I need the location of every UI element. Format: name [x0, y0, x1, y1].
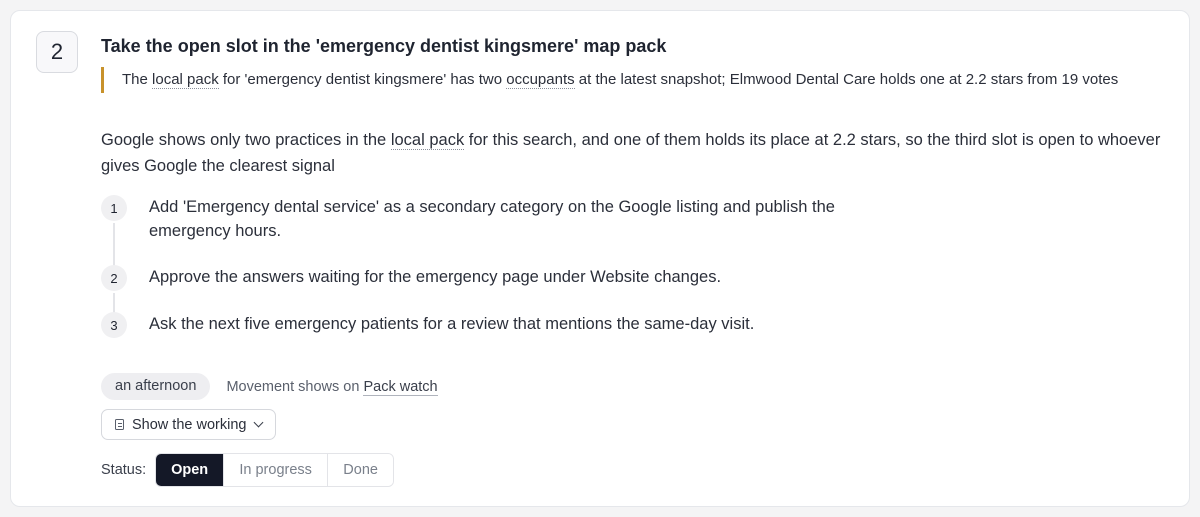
summary-text-1: Google shows only two practices in the — [101, 131, 391, 149]
term-local-pack[interactable]: local pack — [152, 71, 219, 89]
meta-row: an afternoon Movement shows on Pack watc… — [101, 373, 438, 400]
step-text: Add 'Emergency dental service' as a seco… — [149, 198, 835, 240]
quote-text-3: at the latest snapshot; Elmwood Dental C… — [574, 71, 1119, 88]
chevron-down-icon — [254, 417, 264, 428]
show-working-button[interactable]: Show the working — [101, 409, 277, 440]
status-segmented-control: Open In progress Done — [155, 453, 395, 487]
step-item-3: 3 Ask the next five emergency patients f… — [101, 312, 861, 342]
card-title: Take the open slot in the 'emergency den… — [101, 36, 667, 56]
action-card: 2 Take the open slot in the 'emergency d… — [10, 10, 1190, 507]
step-number: 1 — [101, 195, 127, 221]
step-number: 2 — [101, 265, 127, 291]
quote-text-2: for 'emergency dentist kingsmere' has tw… — [218, 71, 507, 88]
term-local-pack-summary[interactable]: local pack — [390, 131, 465, 150]
quote-text-1: The — [122, 71, 153, 88]
pack-watch-link[interactable]: Pack watch — [363, 378, 438, 396]
status-label: Status: — [101, 462, 147, 478]
movement-prefix: Movement shows on — [226, 378, 364, 395]
item-number-badge: 2 — [36, 31, 78, 73]
summary-text: Google shows only two practices in the l… — [101, 127, 1176, 179]
movement-note: Movement shows on Pack watch — [226, 378, 438, 396]
step-number: 3 — [101, 312, 127, 338]
status-option-open[interactable]: Open — [156, 454, 224, 486]
item-number: 2 — [50, 39, 64, 64]
document-icon — [115, 419, 124, 430]
term-occupants[interactable]: occupants — [506, 71, 575, 89]
status-option-done[interactable]: Done — [327, 454, 394, 486]
evidence-quote: The local pack for 'emergency dentist ki… — [101, 67, 1176, 93]
step-item-2: 2 Approve the answers waiting for the em… — [101, 265, 861, 312]
steps-list: 1 Add 'Emergency dental service' as a se… — [101, 195, 861, 342]
status-row: Status: Open In progress Done — [101, 453, 395, 487]
status-option-in-progress[interactable]: In progress — [223, 454, 328, 486]
effort-badge: an afternoon — [101, 373, 211, 400]
show-working-label: Show the working — [132, 416, 247, 433]
step-item-1: 1 Add 'Emergency dental service' as a se… — [101, 195, 861, 265]
step-text: Ask the next five emergency patients for… — [149, 315, 755, 333]
step-text: Approve the answers waiting for the emer… — [149, 268, 722, 286]
